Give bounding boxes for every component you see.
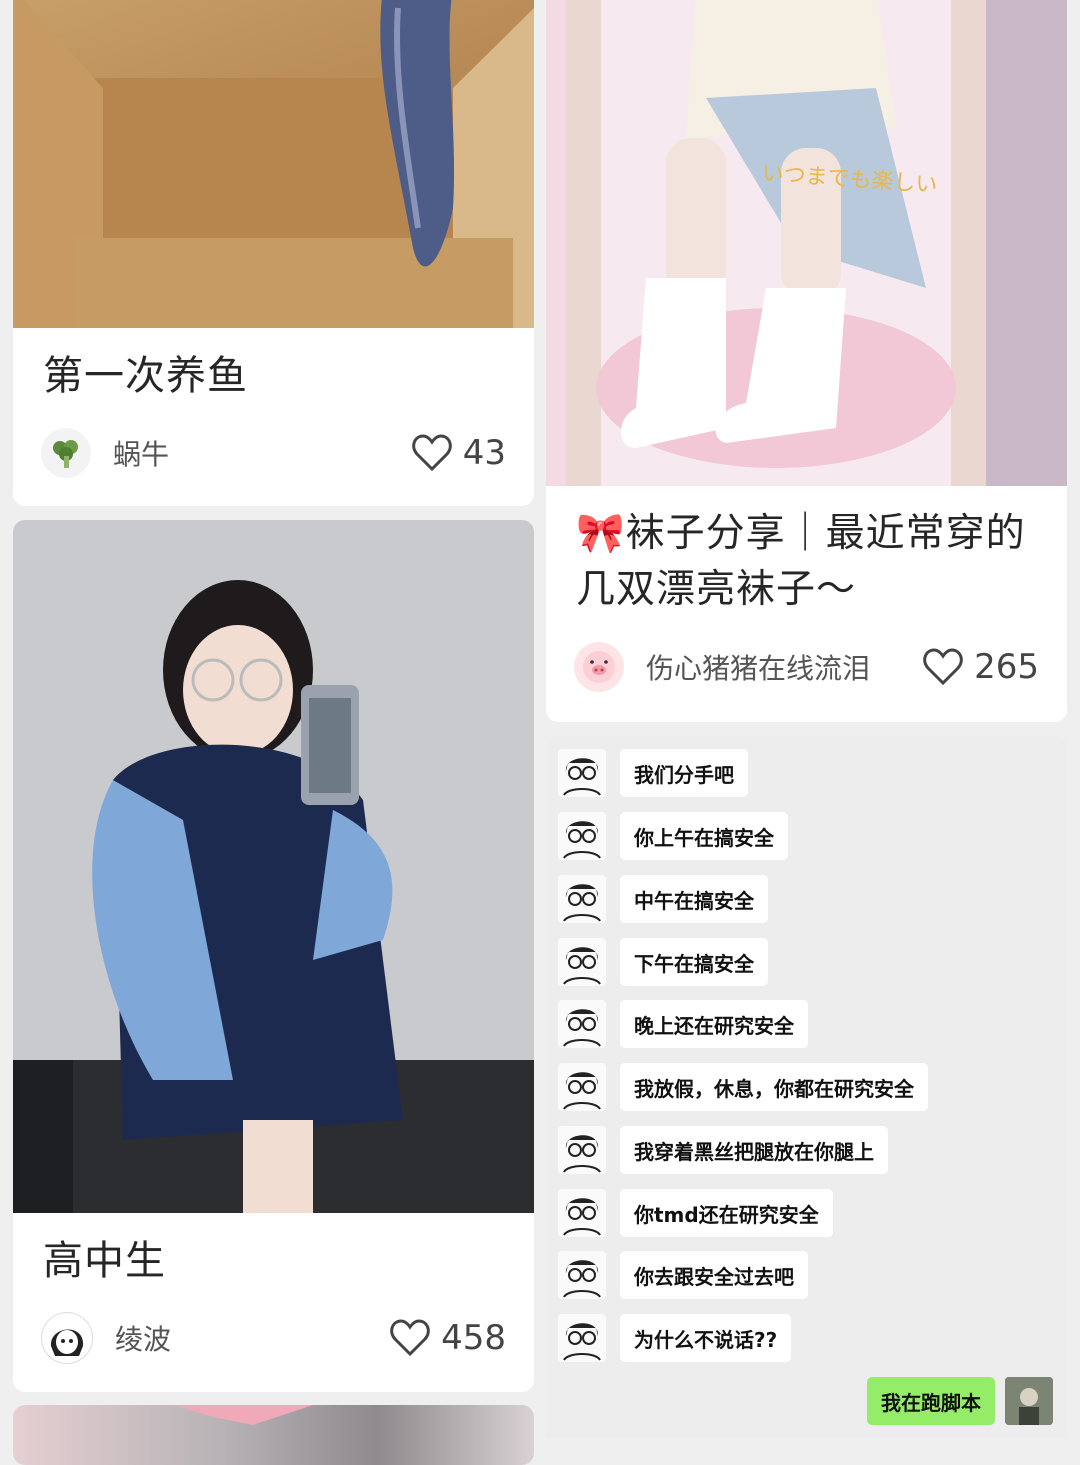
glasses-man-avatar	[558, 875, 606, 923]
like-count: 265	[974, 647, 1039, 687]
like-button[interactable]: 43	[411, 433, 506, 473]
anime-girl-avatar[interactable]	[41, 1312, 93, 1364]
post-card-socks[interactable]: いつまでも楽しい 🎀袜子分享｜最近常穿的几双漂亮袜子～ 伤心猪猪在线流泪 265	[546, 0, 1067, 722]
post-image-partial[interactable]	[13, 1405, 534, 1465]
heart-icon	[923, 648, 963, 686]
chat-bubble: 中午在搞安全	[620, 875, 768, 923]
post-image-fish-box[interactable]	[13, 0, 534, 328]
chat-bubble: 我放假，休息，你都在研究安全	[620, 1063, 928, 1111]
partial-image-top	[173, 1405, 313, 1425]
author-name[interactable]: 蜗牛	[113, 433, 411, 473]
author-name[interactable]: 伤心猪猪在线流泪	[646, 647, 922, 687]
post-card-student[interactable]: 高中生 绫波 458	[13, 520, 534, 1392]
heart-icon	[390, 1319, 430, 1357]
chat-bubble: 为什么不说话??	[620, 1314, 792, 1362]
chat-message: 下午在搞安全	[558, 938, 768, 986]
chat-message: 中午在搞安全	[558, 875, 768, 923]
cardboard-box-image	[13, 0, 534, 328]
post-title[interactable]: 🎀袜子分享｜最近常穿的几双漂亮袜子～	[576, 506, 1043, 618]
pig-face-icon[interactable]	[574, 642, 624, 692]
like-button[interactable]: 458	[389, 1318, 506, 1358]
chat-bubble: 我们分手吧	[620, 749, 748, 797]
chat-bubble: 你去跟安全过去吧	[620, 1251, 808, 1299]
chat-message: 你去跟安全过去吧	[558, 1251, 808, 1299]
post-title[interactable]: 第一次养鱼	[43, 348, 510, 404]
student-selfie-image	[13, 580, 534, 1213]
broccoli-icon[interactable]	[41, 428, 91, 478]
glasses-man-avatar	[558, 749, 606, 797]
post-card-partial[interactable]	[13, 1405, 534, 1465]
glasses-man-avatar	[558, 812, 606, 860]
self-avatar	[1005, 1377, 1053, 1425]
glasses-man-avatar	[558, 1063, 606, 1111]
socks-mirror-image: いつまでも楽しい	[546, 0, 1067, 486]
chat-message: 你tmd还在研究安全	[558, 1189, 833, 1237]
like-button[interactable]: 265	[922, 647, 1039, 687]
like-count: 43	[462, 433, 506, 473]
chat-message: 你上午在搞安全	[558, 812, 788, 860]
bow-emoji: 🎀	[576, 511, 626, 556]
post-image-socks-mirror[interactable]: いつまでも楽しい	[546, 0, 1067, 486]
chat-reply-message: 我在跑脚本	[867, 1377, 1053, 1425]
post-card-fish[interactable]: 第一次养鱼 蜗牛 43	[13, 0, 534, 506]
glasses-man-avatar	[558, 1126, 606, 1174]
chat-bubble: 我穿着黑丝把腿放在你腿上	[620, 1126, 888, 1174]
post-image-student-selfie[interactable]	[13, 520, 534, 1213]
chat-message: 为什么不说话??	[558, 1314, 792, 1362]
chat-message: 我们分手吧	[558, 749, 748, 797]
chat-message: 晚上还在研究安全	[558, 1000, 808, 1048]
chat-message: 我放假，休息，你都在研究安全	[558, 1063, 928, 1111]
chat-bubble: 晚上还在研究安全	[620, 1000, 808, 1048]
like-count: 458	[441, 1318, 506, 1358]
glasses-man-avatar	[558, 1251, 606, 1299]
glasses-man-avatar	[558, 938, 606, 986]
chat-bubble: 下午在搞安全	[620, 938, 768, 986]
heart-icon	[411, 434, 452, 472]
chat-bubble: 你tmd还在研究安全	[620, 1189, 833, 1237]
post-image-chat-screenshot[interactable]: 我们分手吧 你上午在搞安全 中午在搞安全 下午在搞安全 晚上还在研究安全 我放假…	[546, 736, 1067, 1439]
post-title[interactable]: 高中生	[43, 1233, 510, 1289]
author-name[interactable]: 绫波	[115, 1318, 389, 1358]
glasses-man-avatar	[558, 1189, 606, 1237]
glasses-man-avatar	[558, 1000, 606, 1048]
chat-bubble: 你上午在搞安全	[620, 812, 788, 860]
glasses-man-avatar	[558, 1314, 606, 1362]
chat-reply-bubble: 我在跑脚本	[867, 1377, 995, 1425]
chat-message: 我穿着黑丝把腿放在你腿上	[558, 1126, 888, 1174]
